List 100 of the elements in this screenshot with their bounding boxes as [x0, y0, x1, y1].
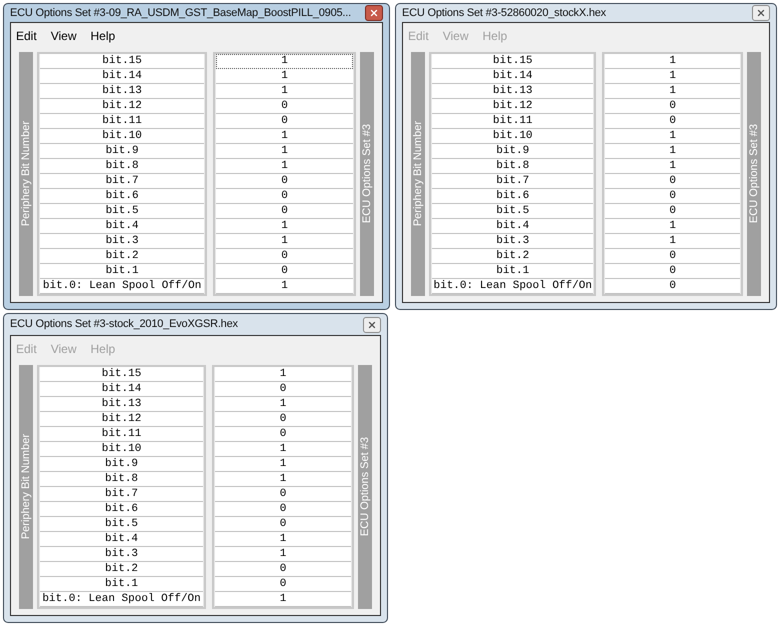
value-cell[interactable]: 0 [605, 174, 740, 189]
table-cell: bit.8 [40, 472, 204, 487]
value-cell[interactable]: 0 [605, 204, 740, 219]
axis-label: ECU Options Set #3 [746, 124, 761, 224]
value-cell[interactable]: 0 [216, 114, 353, 129]
value-cell[interactable]: 0 [605, 99, 740, 114]
value-cell[interactable]: 1 [216, 279, 353, 294]
axis-label: Periphery Bit Number [18, 434, 33, 540]
value-cell[interactable]: 1 [215, 532, 351, 547]
table-cell: bit.5 [40, 517, 204, 532]
axis-label: Periphery Bit Number [410, 121, 425, 227]
value-cell[interactable]: 1 [605, 54, 740, 69]
value-cell[interactable]: 0 [605, 279, 740, 294]
value-cell[interactable]: 0 [215, 502, 351, 517]
value-cell[interactable]: 1 [215, 472, 351, 487]
table-cell: bit.9 [40, 144, 204, 159]
close-button[interactable] [365, 5, 383, 21]
table-cell: bit.15 [40, 54, 204, 69]
menu-item[interactable]: Help [90, 27, 116, 45]
table-cell: bit.3 [40, 234, 204, 249]
table-cell: bit.7 [40, 174, 204, 189]
close-icon [756, 8, 766, 18]
table-cell: bit.13 [432, 84, 594, 99]
value-cell[interactable]: 0 [605, 264, 740, 279]
menu-item[interactable]: Edit [16, 27, 37, 45]
value-cell[interactable]: 0 [215, 487, 351, 502]
table-cell: bit.4 [40, 219, 204, 234]
value-cell[interactable]: 0 [215, 562, 351, 577]
value-cell[interactable]: 0 [215, 577, 351, 592]
value-cell[interactable]: 1 [605, 69, 740, 84]
axis-label: Periphery Bit Number [18, 121, 33, 227]
value-cell[interactable]: 0 [605, 114, 740, 129]
value-cell[interactable]: 0 [215, 412, 351, 427]
table-cell: bit.2 [40, 562, 204, 577]
table-cell: bit.15 [40, 367, 204, 382]
close-button[interactable] [752, 5, 770, 21]
value-cell[interactable]: 1 [605, 234, 740, 249]
value-cell[interactable]: 1 [216, 159, 353, 174]
value-cell[interactable]: 0 [216, 204, 353, 219]
window-title: ECU Options Set #3-09_RA_USDM_GST_BaseMap_BoostPILL_0905... [10, 6, 352, 21]
value-cell[interactable]: 0 [215, 427, 351, 442]
table-cell: bit.7 [432, 174, 594, 189]
value-cell[interactable]: 0 [605, 249, 740, 264]
table-cell: bit.2 [432, 249, 594, 264]
value-cell[interactable]: 1 [216, 69, 353, 84]
table-cell: bit.6 [40, 502, 204, 517]
value-cell[interactable]: 1 [216, 144, 353, 159]
value-cell[interactable]: 1 [605, 144, 740, 159]
value-cell[interactable]: 0 [216, 189, 353, 204]
value-cell[interactable]: 1 [216, 129, 353, 144]
table-cell: bit.12 [432, 99, 594, 114]
value-cell[interactable]: 1 [215, 592, 351, 607]
table-cell: bit.11 [40, 114, 204, 129]
value-cell[interactable]: 0 [216, 99, 353, 114]
table-cell: bit.13 [40, 397, 204, 412]
close-icon [369, 8, 379, 18]
table-cell: bit.11 [432, 114, 594, 129]
value-cell[interactable]: 1 [216, 219, 353, 234]
table-cell: bit.6 [432, 189, 594, 204]
table-cell: bit.5 [432, 204, 594, 219]
menu-item[interactable]: View [50, 27, 76, 45]
value-cell[interactable]: 1 [605, 159, 740, 174]
table-cell: bit.10 [40, 442, 204, 457]
value-cell[interactable]: 1 [605, 129, 740, 144]
table-cell: bit.6 [40, 189, 204, 204]
table-cell: bit.4 [40, 532, 204, 547]
table-cell: bit.15 [432, 54, 594, 69]
table-cell: bit.14 [40, 382, 204, 397]
value-cell[interactable]: 1 [605, 219, 740, 234]
table-cell: bit.0: Lean Spool Off/On [40, 592, 204, 607]
value-cell[interactable]: 1 [216, 54, 353, 69]
window-title: ECU Options Set #3-stock_2010_EvoXGSR.hex [10, 317, 238, 332]
window-title: ECU Options Set #3-52860020_stockX.hex [402, 6, 606, 21]
value-cell[interactable]: 0 [215, 382, 351, 397]
table-cell: bit.1 [40, 264, 204, 279]
value-cell[interactable]: 1 [215, 397, 351, 412]
value-cell[interactable]: 1 [216, 234, 353, 249]
table-cell: bit.0: Lean Spool Off/On [432, 279, 594, 294]
axis-label: ECU Options Set #3 [360, 124, 374, 224]
value-cell[interactable]: 1 [215, 367, 351, 382]
value-cell[interactable]: 0 [216, 174, 353, 189]
table-cell: bit.10 [40, 129, 204, 144]
value-cell[interactable]: 1 [605, 84, 740, 99]
value-cell[interactable]: 1 [215, 442, 351, 457]
table-cell: bit.7 [40, 487, 204, 502]
value-cell[interactable]: 0 [215, 517, 351, 532]
value-cell[interactable]: 1 [216, 84, 353, 99]
close-button[interactable] [363, 316, 381, 332]
value-cell[interactable]: 0 [605, 189, 740, 204]
table-cell: bit.9 [432, 144, 594, 159]
value-cell[interactable]: 1 [215, 457, 351, 472]
value-cell[interactable]: 1 [215, 547, 351, 562]
axis-label: ECU Options Set #3 [358, 437, 372, 537]
table-cell: bit.9 [40, 457, 204, 472]
close-icon [367, 320, 377, 330]
table-cell: bit.5 [40, 204, 204, 219]
value-cell[interactable]: 0 [216, 264, 353, 279]
table-cell: bit.3 [432, 234, 594, 249]
value-cell[interactable]: 0 [216, 249, 353, 264]
table-cell: bit.12 [40, 412, 204, 427]
